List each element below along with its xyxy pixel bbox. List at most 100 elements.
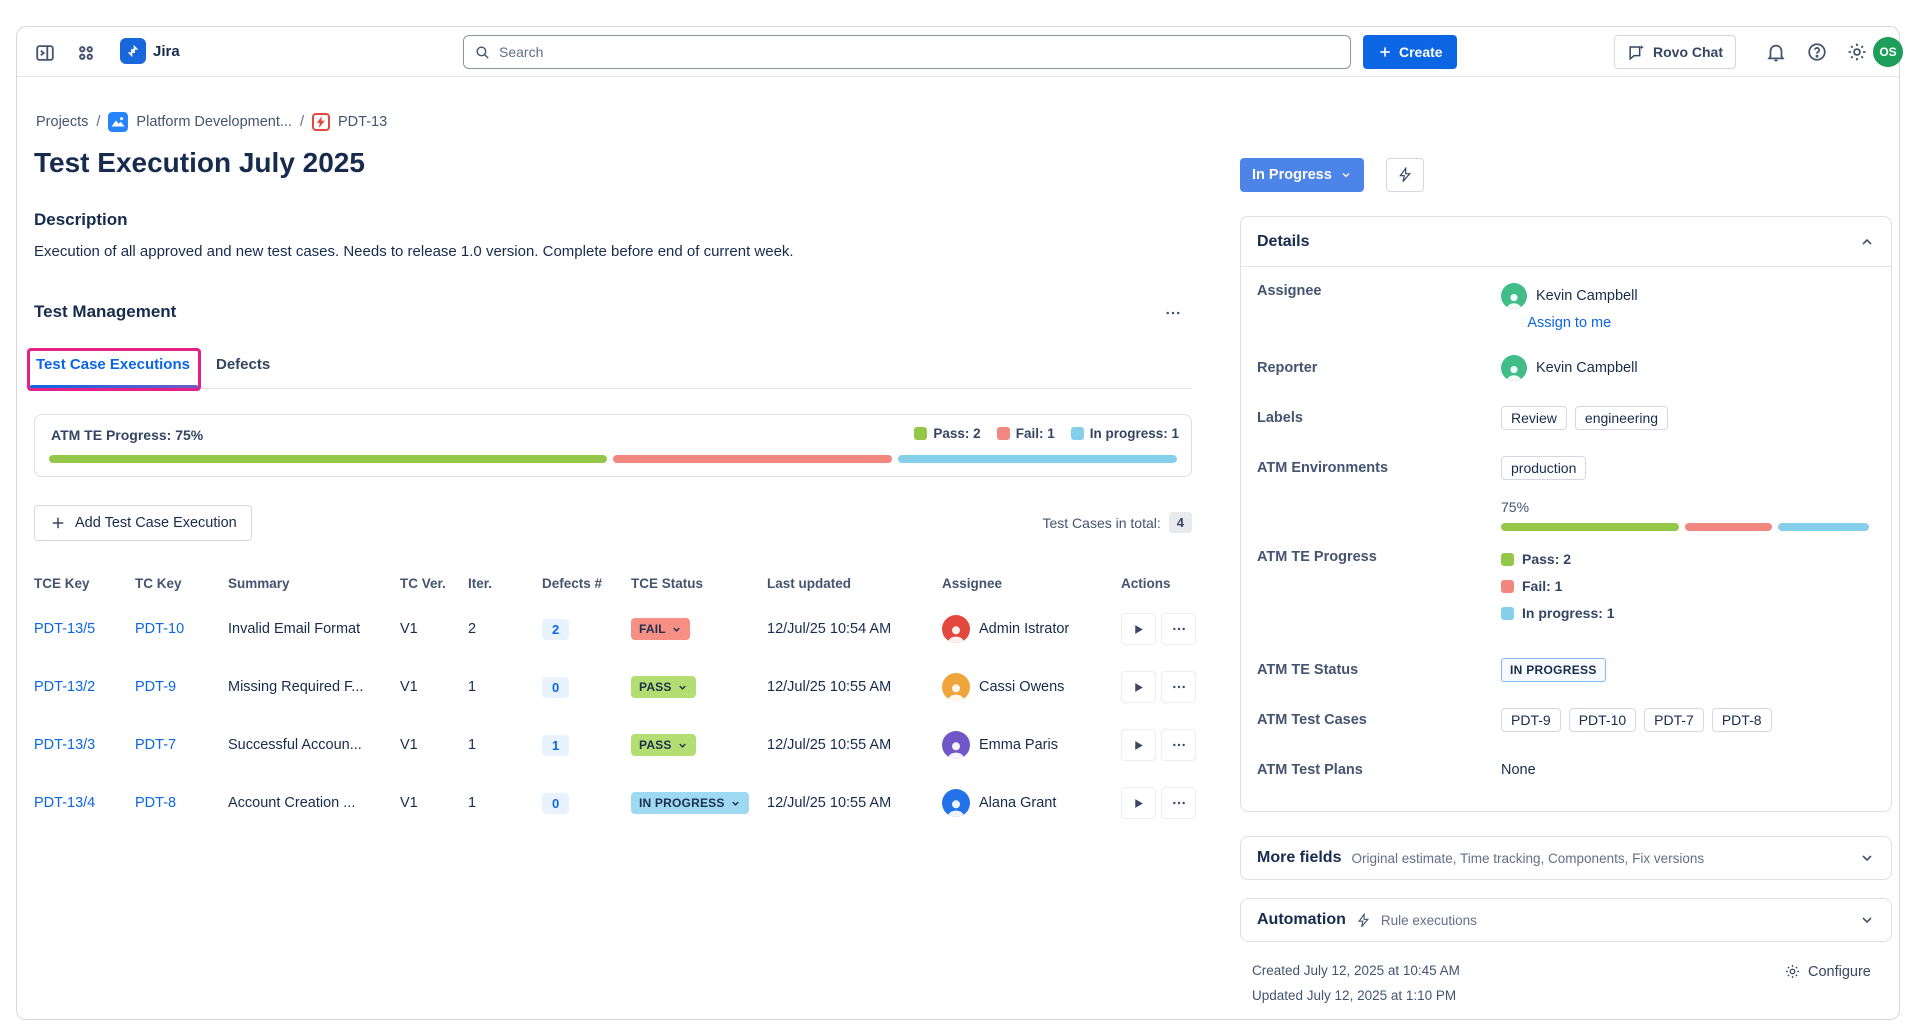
search-icon [474,44,491,61]
tc-key-link[interactable]: PDT-10 [135,621,184,637]
tc-ver-cell: V1 [400,737,468,753]
defects-count-badge[interactable]: 1 [542,735,569,756]
defects-count-badge[interactable]: 0 [542,677,569,698]
tc-key-link[interactable]: PDT-8 [135,795,176,811]
atm-te-progress-label: ATM TE Progress [1257,549,1501,565]
settings-gear-icon[interactable] [1846,41,1868,63]
run-play-button[interactable] [1121,787,1156,819]
total-count-badge: 4 [1169,512,1192,533]
chevron-up-icon[interactable] [1859,234,1875,250]
run-play-button[interactable] [1121,729,1156,761]
legend-pass: Pass: 2 [914,426,980,441]
progress-segment-fail [613,455,892,463]
environment-chip[interactable]: production [1501,456,1586,480]
reporter-value[interactable]: Kevin Campbell [1501,355,1638,381]
tc-key-link[interactable]: PDT-7 [135,737,176,753]
test-management-more-icon[interactable] [1158,300,1188,326]
tab-defects[interactable]: Defects [216,356,270,373]
row-more-button[interactable] [1161,729,1196,761]
test-case-chip[interactable]: PDT-10 [1569,708,1636,732]
configure-button[interactable]: Configure [1784,963,1871,980]
summary-cell: Invalid Email Format [228,621,400,637]
legend-inprogress: In progress: 1 [1071,426,1179,441]
assignee-field: Assignee Kevin Campbell Assign to me [1257,279,1875,343]
tce-key-link[interactable]: PDT-13/5 [34,621,95,637]
rovo-chat-label: Rovo Chat [1653,44,1723,60]
defects-count-badge[interactable]: 2 [542,619,569,640]
description-text: Execution of all approved and new test c… [34,243,1134,260]
more-fields-panel[interactable]: More fields Original estimate, Time trac… [1240,836,1892,880]
automation-panel[interactable]: Automation Rule executions [1240,898,1892,942]
actions-cell [1121,787,1196,819]
tce-key-link[interactable]: PDT-13/2 [34,679,95,695]
tce-status-dropdown[interactable]: PASS [631,676,696,698]
notifications-bell-icon[interactable] [1765,41,1787,63]
user-avatar[interactable]: OS [1873,37,1903,67]
run-play-button[interactable] [1121,613,1156,645]
tce-key-link[interactable]: PDT-13/3 [34,737,95,753]
label-chip[interactable]: engineering [1575,406,1668,430]
search-input[interactable] [499,44,1340,60]
chevron-down-icon [1859,850,1875,866]
labels-field: Labels Review engineering [1257,393,1875,443]
test-case-chip[interactable]: PDT-8 [1712,708,1772,732]
run-play-button[interactable] [1121,671,1156,703]
last-updated-cell: 12/Jul/25 10:55 AM [767,737,942,753]
assign-to-me-link[interactable]: Assign to me [1527,315,1611,331]
details-panel-header[interactable]: Details [1241,217,1891,267]
last-updated-cell: 12/Jul/25 10:54 AM [767,621,942,637]
rovo-chat-button[interactable]: Rovo Chat [1614,35,1736,69]
progress-segment-inprogress [898,455,1177,463]
assignee-value[interactable]: Kevin Campbell [1501,283,1638,309]
tc-ver-cell: V1 [400,679,468,695]
legend-fail: Fail: 1 [997,426,1055,441]
chevron-down-icon [1340,169,1352,181]
summary-cell: Account Creation ... [228,795,400,811]
jira-logo[interactable]: Jira [120,38,180,64]
tce-status-dropdown[interactable]: PASS [631,734,696,756]
col-iter: Iter. [468,576,542,591]
assignee-avatar [942,615,970,643]
breadcrumb-projects[interactable]: Projects [36,114,88,130]
atm-test-plans-label: ATM Test Plans [1257,762,1501,778]
automation-lightning-button[interactable] [1386,158,1424,192]
atm-test-cases-field: ATM Test Cases PDT-9 PDT-10 PDT-7 PDT-8 [1257,695,1875,745]
tce-status-dropdown[interactable]: IN PROGRESS [631,792,749,814]
help-icon[interactable] [1806,41,1828,63]
assignee-cell: Admin Istrator [942,615,1121,643]
updated-timestamp: Updated July 12, 2025 at 1:10 PM [1252,988,1456,1003]
assignee-avatar [942,673,970,701]
tce-status-dropdown[interactable]: FAIL [631,618,690,640]
reporter-name: Kevin Campbell [1536,360,1638,376]
legend-pass-label: Pass: 2 [933,426,980,441]
test-case-chip[interactable]: PDT-9 [1501,708,1561,732]
legend-fail-label: Fail: 1 [1522,578,1562,594]
label-chip[interactable]: Review [1501,406,1567,430]
breadcrumb-project[interactable]: Platform Development... [136,114,292,130]
issue-status-dropdown[interactable]: In Progress [1240,158,1364,192]
breadcrumb-issue-key[interactable]: PDT-13 [338,114,387,130]
global-search[interactable] [463,35,1351,69]
add-test-case-execution-button[interactable]: Add Test Case Execution [34,505,252,541]
tce-key-link[interactable]: PDT-13/4 [34,795,95,811]
row-more-button[interactable] [1161,613,1196,645]
created-timestamp: Created July 12, 2025 at 10:45 AM [1252,963,1460,978]
reporter-field: Reporter Kevin Campbell [1257,343,1875,393]
test-case-chip[interactable]: PDT-7 [1644,708,1704,732]
defects-count-badge[interactable]: 0 [542,793,569,814]
progress-legend: Pass: 2 Fail: 1 In progress: 1 [1501,549,1615,621]
tab-test-case-executions[interactable]: Test Case Executions [36,356,190,373]
status-label: PASS [639,680,672,694]
row-more-button[interactable] [1161,671,1196,703]
create-button[interactable]: Create [1363,35,1457,69]
reporter-avatar [1501,355,1527,381]
app-switcher-icon[interactable] [72,39,100,67]
row-more-button[interactable] [1161,787,1196,819]
test-execution-issue-type-icon [312,113,330,131]
sidebar-toggle-icon[interactable] [31,39,59,67]
table-row: PDT-13/4 PDT-8 Account Creation ... V1 1… [34,774,1196,832]
create-button-label: Create [1399,44,1443,60]
col-tce-status: TCE Status [631,576,767,591]
legend-inprogress: In progress: 1 [1501,605,1615,621]
tc-key-link[interactable]: PDT-9 [135,679,176,695]
